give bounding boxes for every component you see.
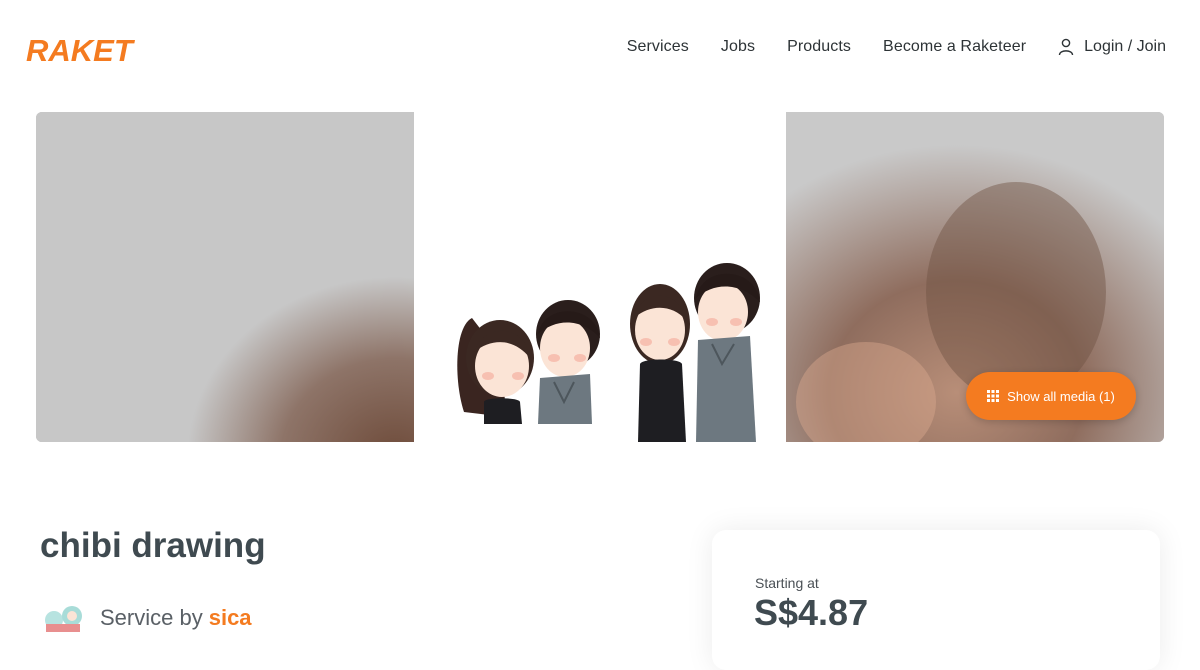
show-all-media-label: Show all media (1): [1007, 388, 1115, 404]
service-title: chibi drawing: [40, 526, 266, 565]
seller-avatar[interactable]: [44, 604, 84, 632]
service-by-label: Service by: [100, 605, 203, 630]
show-all-media-button[interactable]: Show all media (1): [966, 372, 1136, 420]
starting-price: S$4.87: [754, 592, 869, 633]
blurred-image-left: [36, 112, 414, 442]
pricing-card: Starting at S$4.87: [712, 530, 1160, 670]
nav-become-raketeer[interactable]: Become a Raketeer: [883, 38, 1026, 56]
svg-text:RAKET: RAKET: [26, 33, 136, 66]
nav-jobs[interactable]: Jobs: [721, 38, 755, 56]
login-join-button[interactable]: Login / Join: [1058, 38, 1166, 56]
main-nav: Services Jobs Products Become a Raketeer…: [595, 38, 1166, 56]
starting-at-label: Starting at: [755, 575, 819, 591]
nav-products[interactable]: Products: [787, 38, 851, 56]
nav-services[interactable]: Services: [627, 38, 689, 56]
chibi-drawing-image: [457, 263, 760, 442]
gallery-image-main[interactable]: [414, 112, 786, 442]
grid-icon: [987, 390, 1000, 402]
user-icon: [1058, 38, 1074, 56]
gallery-image-left[interactable]: [36, 112, 414, 442]
site-header: RAKET Services Jobs Products Become a Ra…: [0, 0, 1200, 100]
raket-logo[interactable]: RAKET: [24, 32, 158, 66]
service-by: Service by sica: [44, 604, 252, 632]
login-join-label: Login / Join: [1084, 38, 1166, 55]
seller-name-link[interactable]: sica: [209, 605, 252, 631]
